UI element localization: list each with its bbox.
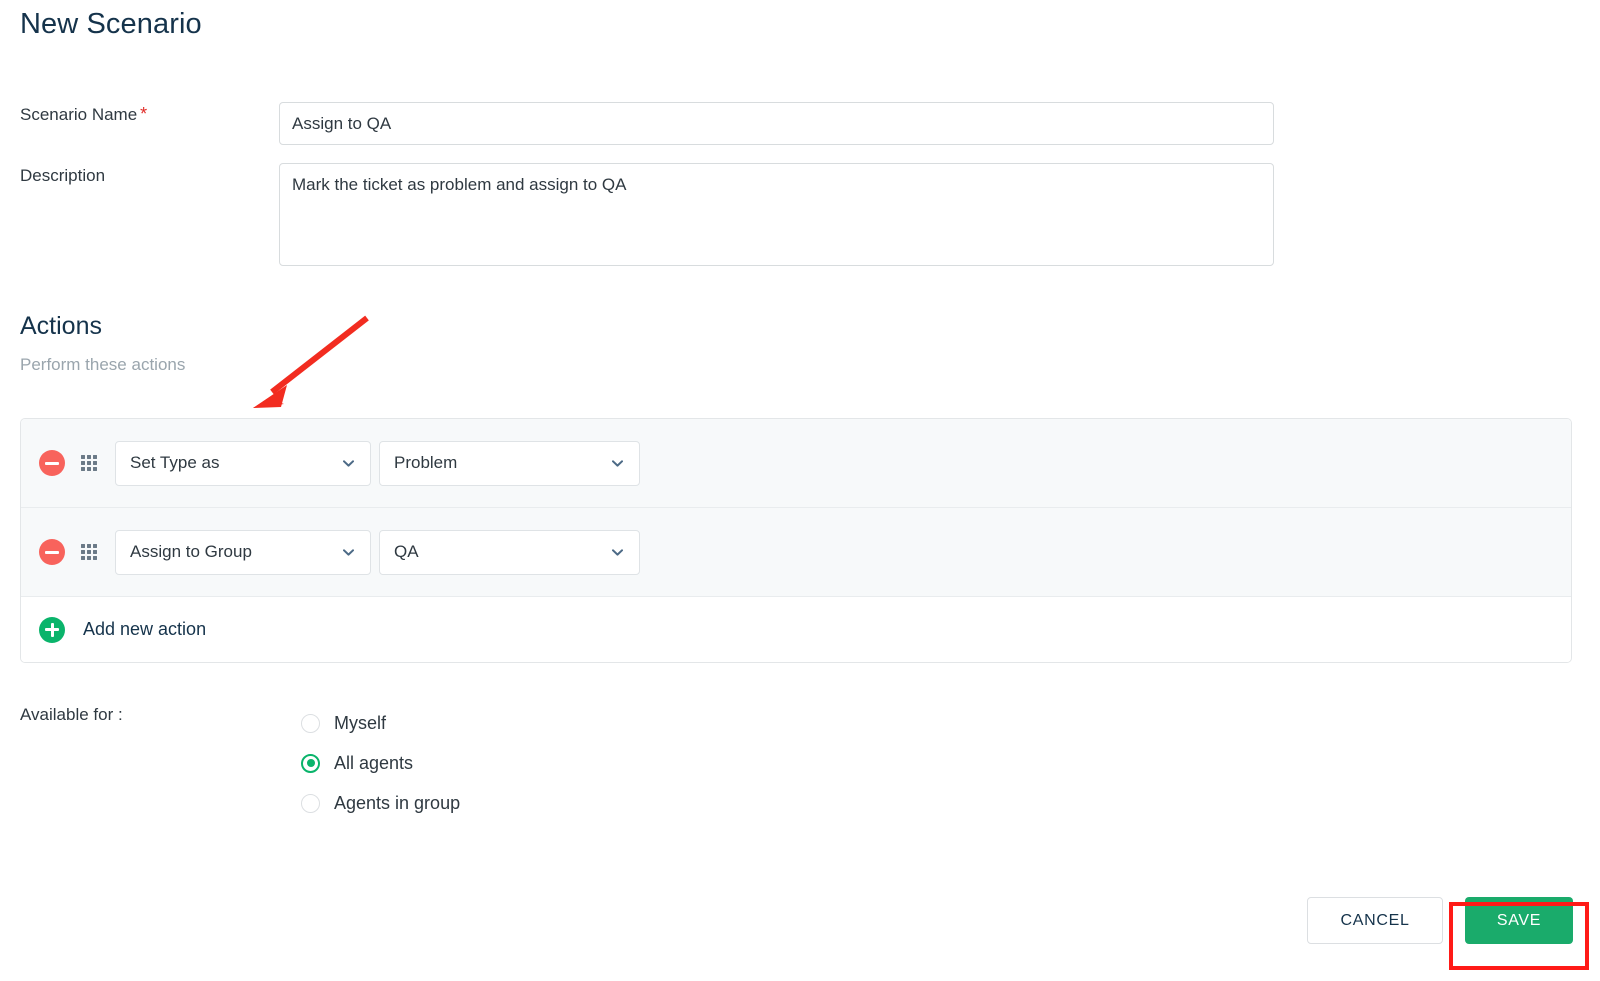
required-asterisk-icon: * xyxy=(140,104,148,124)
description-textarea[interactable] xyxy=(279,163,1274,266)
radio-circle-icon[interactable] xyxy=(301,713,320,733)
chevron-down-icon xyxy=(612,547,623,558)
radio-option-agents-in-group[interactable]: Agents in group xyxy=(301,783,460,823)
radio-circle-icon[interactable] xyxy=(301,793,320,813)
action-value-select[interactable]: QA xyxy=(379,529,640,575)
minus-circle-icon[interactable] xyxy=(39,539,65,565)
action-type-select[interactable]: Assign to Group xyxy=(115,529,371,575)
scenario-name-input[interactable] xyxy=(279,102,1274,145)
radio-option-myself[interactable]: Myself xyxy=(301,703,460,743)
red-arrow-annotation xyxy=(253,315,369,408)
plus-circle-icon[interactable] xyxy=(39,616,65,643)
action-value-select-value: QA xyxy=(394,542,419,561)
available-for-label: Available for : xyxy=(20,705,123,724)
action-type-select[interactable]: Set Type as xyxy=(115,440,371,486)
actions-subheading: Perform these actions xyxy=(20,355,186,374)
scenario-name-label-text: Scenario Name xyxy=(20,105,138,124)
chevron-down-icon xyxy=(612,458,623,469)
radio-option-label: Myself xyxy=(334,712,387,733)
chevron-down-icon xyxy=(343,458,354,469)
actions-heading: Actions xyxy=(20,312,102,340)
chevron-down-icon xyxy=(343,547,354,558)
action-value-select-value: Problem xyxy=(394,453,458,472)
save-button[interactable]: SAVE xyxy=(1465,897,1573,944)
action-type-select-value: Set Type as xyxy=(130,453,220,472)
radio-option-label: All agents xyxy=(334,752,414,773)
radio-option-label: Agents in group xyxy=(334,792,461,813)
add-new-action-row[interactable]: Add new action xyxy=(21,597,1571,662)
scenario-name-label: Scenario Name * xyxy=(20,105,147,125)
available-for-radio-group: Myself All agents Agents in group xyxy=(301,703,460,823)
cancel-button[interactable]: CANCEL xyxy=(1307,897,1443,944)
description-label: Description xyxy=(20,166,106,185)
radio-option-all-agents[interactable]: All agents xyxy=(301,743,460,783)
action-value-select[interactable]: Problem xyxy=(379,440,640,486)
actions-panel: Set Type as Problem Assign to Group QA A… xyxy=(20,418,1572,663)
action-type-select-value: Assign to Group xyxy=(130,542,252,561)
page-title: New Scenario xyxy=(20,8,202,40)
drag-handle-icon[interactable] xyxy=(81,544,97,560)
action-row: Set Type as Problem xyxy=(21,419,1571,508)
action-row: Assign to Group QA xyxy=(21,508,1571,597)
radio-circle-checked-icon[interactable] xyxy=(301,753,320,773)
add-new-action-label[interactable]: Add new action xyxy=(83,619,206,640)
drag-handle-icon[interactable] xyxy=(81,455,97,471)
minus-circle-icon[interactable] xyxy=(39,450,65,476)
